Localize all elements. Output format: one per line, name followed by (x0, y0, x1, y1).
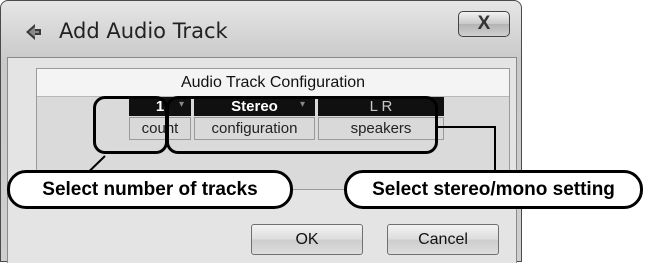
configuration-highlight (166, 96, 438, 154)
callout-select-number-of-tracks: Select number of tracks (7, 170, 293, 209)
count-highlight (93, 96, 168, 154)
callout-select-stereo-mono: Select stereo/mono setting (344, 170, 643, 209)
